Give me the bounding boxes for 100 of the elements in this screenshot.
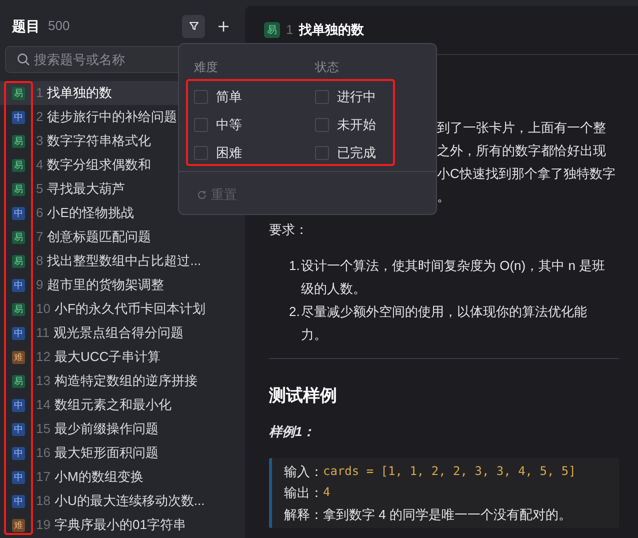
- checkbox[interactable]: [315, 90, 329, 104]
- problem-number: 15: [36, 420, 50, 438]
- problem-item[interactable]: 中 11 观光景点组合得分问题: [0, 321, 245, 345]
- problem-title: 找出整型数组中占比超过...: [47, 252, 202, 270]
- problem-item[interactable]: 中 6 小E的怪物挑战: [0, 201, 245, 225]
- problem-title: 字典序最小的01字符串: [54, 516, 186, 534]
- problem-item[interactable]: 易 8 找出整型数组中占比超过...: [0, 249, 245, 273]
- problem-title: 超市里的货物架调整: [47, 276, 164, 294]
- section-heading: 测试样例: [269, 384, 338, 406]
- checkbox[interactable]: [315, 118, 329, 132]
- list-number: 2.: [289, 302, 301, 320]
- difficulty-label: 易: [12, 182, 25, 196]
- option-label: 已完成: [337, 144, 376, 162]
- difficulty-label: 难: [12, 518, 25, 532]
- refresh-icon: [197, 190, 207, 200]
- problem-title: 寻找最大葫芦: [47, 180, 126, 198]
- problem-count: 500: [48, 17, 70, 36]
- problem-title: 徒步旅行中的补给问题: [47, 108, 178, 126]
- problem-item[interactable]: 易 10 小F的永久代币卡回本计划: [0, 297, 245, 321]
- difficulty-label: 中: [12, 110, 25, 124]
- problem-item[interactable]: 易 13 构造特定数组的逆序拼接: [0, 369, 245, 393]
- problem-title: 找单独的数: [299, 21, 364, 40]
- list-number: 1.: [289, 256, 301, 274]
- problem-number: 7: [36, 228, 44, 246]
- difficulty-label: 中: [12, 470, 25, 484]
- group-label: 难度: [194, 59, 219, 76]
- example-value: 4: [323, 484, 330, 501]
- problem-number: 18: [36, 492, 50, 510]
- problem-number: 3: [36, 132, 44, 150]
- problem-item[interactable]: 难 19 字典序最小的01字符串: [0, 513, 245, 537]
- problem-item[interactable]: 中 15 最少前缀操作问题: [0, 417, 245, 441]
- problem-title: 创意标题匹配问题: [47, 228, 152, 246]
- problem-number: 12: [36, 348, 50, 366]
- requirement-text: 尽量减少额外空间的使用，以体现你的算法优化能力。: [301, 302, 588, 344]
- problem-title: 小E的怪物挑战: [47, 204, 134, 222]
- requirements-label: 要求：: [269, 221, 309, 239]
- group-label: 状态: [315, 59, 340, 76]
- option-label: 困难: [216, 144, 242, 162]
- checkbox[interactable]: [194, 118, 208, 132]
- problem-number: 19: [36, 516, 50, 534]
- checkbox[interactable]: [315, 146, 329, 160]
- description-text: 到了一张卡片，上面有一个整: [437, 119, 607, 137]
- difficulty-label: 易: [264, 22, 280, 38]
- problem-item[interactable]: 易 7 创意标题匹配问题: [0, 225, 245, 249]
- problem-number: 6: [36, 204, 44, 222]
- difficulty-label: 中: [12, 446, 25, 460]
- problem-item[interactable]: 中 16 最大矩形面积问题: [0, 441, 245, 465]
- problem-number: 9: [36, 276, 44, 294]
- problem-number: 1: [286, 21, 294, 40]
- problem-number: 17: [36, 468, 50, 486]
- difficulty-label: 易: [12, 158, 25, 172]
- difficulty-label: 中: [12, 422, 25, 436]
- checkbox[interactable]: [194, 90, 208, 104]
- difficulty-label: 易: [12, 134, 25, 148]
- problem-title: 构造特定数组的逆序拼接: [54, 372, 198, 390]
- problem-title: 最大矩形面积问题: [54, 444, 158, 462]
- difficulty-label: 易: [12, 230, 25, 244]
- problem-title: 数组元素之和最小化: [54, 396, 172, 414]
- sidebar-title: 题目: [12, 16, 40, 36]
- example-title: 样例1：: [269, 423, 316, 441]
- difficulty-label: 中: [12, 398, 25, 412]
- option-label: 进行中: [337, 88, 376, 106]
- problem-item[interactable]: 中 18 小U的最大连续移动次数...: [0, 489, 245, 513]
- problem-item[interactable]: 中 9 超市里的货物架调整: [0, 273, 245, 297]
- problem-item[interactable]: 难 12 最大UCC子串计算: [0, 345, 245, 369]
- option-label: 中等: [216, 116, 242, 134]
- problem-title: 最少前缀操作问题: [54, 420, 158, 438]
- problem-title: 小M的数组变换: [54, 468, 144, 486]
- problem-title: 数字分组求偶数和: [47, 156, 152, 174]
- problem-title: 找单独的数: [47, 84, 112, 102]
- problem-number: 1: [36, 84, 44, 102]
- problem-item[interactable]: 中 17 小M的数组变换: [0, 465, 245, 489]
- problem-number: 2: [36, 108, 44, 126]
- problem-item[interactable]: 中 14 数组元素之和最小化: [0, 393, 245, 417]
- requirement-text: 设计一个算法，使其时间复杂度为 O(n)，其中 n 是班级的人数。: [301, 256, 606, 298]
- example-label: 解释：: [284, 506, 323, 524]
- description-text: 。: [437, 188, 451, 206]
- difficulty-label: 易: [12, 86, 25, 100]
- description-text: 之外，所有的数字都恰好出现: [437, 142, 607, 160]
- plus-icon: [218, 20, 228, 32]
- checkbox[interactable]: [194, 146, 208, 160]
- difficulty-label: 中: [12, 278, 25, 292]
- difficulty-label: 难: [12, 350, 25, 364]
- difficulty-label: 易: [12, 254, 25, 268]
- description-text: 小C快速找到那个拿了独特数字: [437, 165, 616, 183]
- search-icon: [17, 53, 30, 66]
- problem-title: 数字字符串格式化: [47, 132, 152, 150]
- difficulty-label: 中: [12, 206, 25, 220]
- option-label: 未开始: [337, 116, 376, 134]
- problem-number: 10: [36, 300, 50, 318]
- problem-number: 11: [36, 324, 50, 342]
- problem-title: 小U的最大连续移动次数...: [54, 492, 205, 510]
- difficulty-label: 中: [12, 326, 25, 340]
- example-label: 输入：: [284, 462, 323, 480]
- filter-button[interactable]: [182, 14, 205, 38]
- problem-number: 14: [36, 396, 50, 414]
- problem-number: 16: [36, 444, 50, 462]
- difficulty-label: 中: [12, 494, 25, 508]
- example-label: 输出：: [284, 484, 323, 502]
- problem-title: 小F的永久代币卡回本计划: [54, 300, 206, 318]
